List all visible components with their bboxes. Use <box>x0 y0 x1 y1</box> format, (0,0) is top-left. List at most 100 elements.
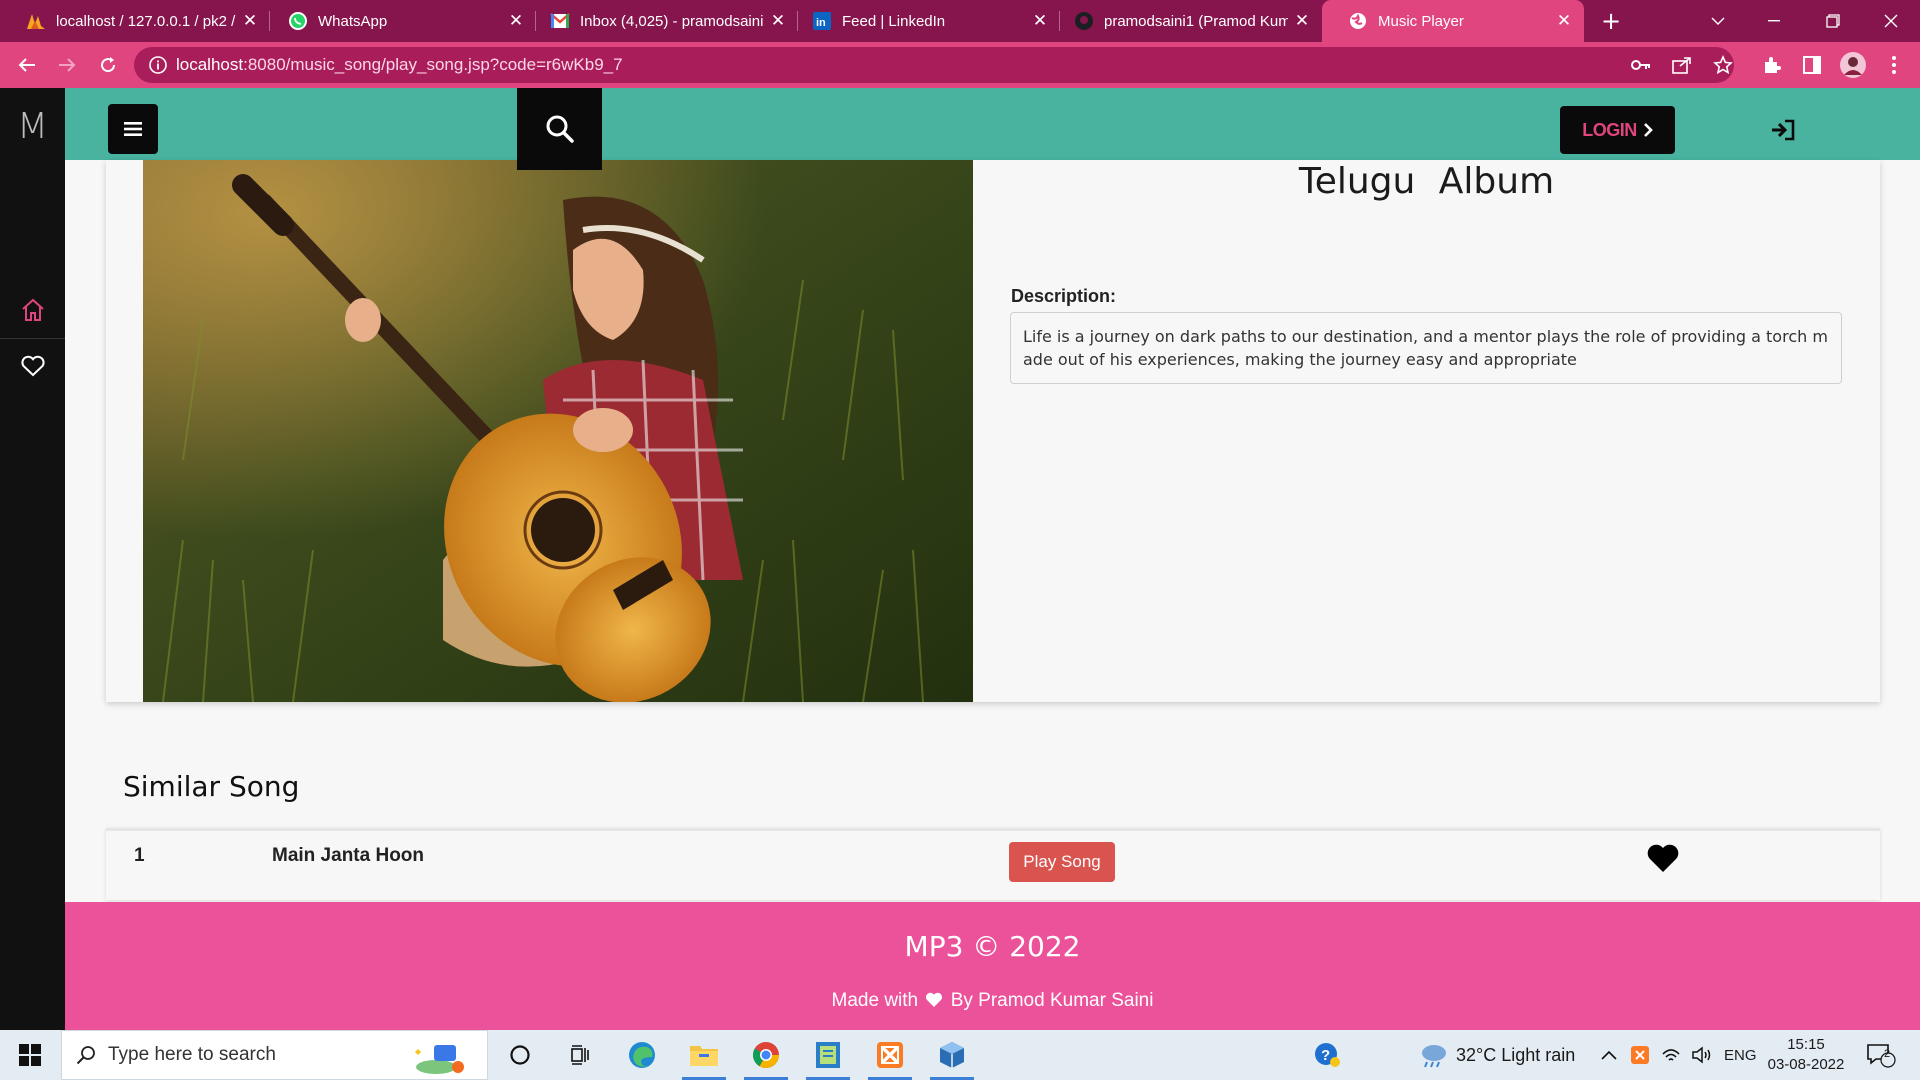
app-header: LOGIN <box>65 88 1920 170</box>
minimize-icon <box>1768 20 1780 22</box>
clock[interactable]: 15:15 03-08-2022 <box>1766 1030 1846 1080</box>
tab-linkedin[interactable]: in Feed | LinkedIn ✕ <box>786 0 1060 42</box>
taskbar-chrome[interactable] <box>738 1034 794 1080</box>
kebab-menu-icon[interactable] <box>1883 54 1905 76</box>
page-footer: MP3 © 2022 Made with By Pramod Kumar Sai… <box>65 902 1920 1030</box>
tab-title: Music Player <box>1378 12 1464 30</box>
taskbar-notepad-plus[interactable] <box>800 1034 856 1080</box>
description-text: Life is a journey on dark paths to our d… <box>1010 312 1842 384</box>
globe-icon <box>1348 11 1368 31</box>
github-icon <box>1074 11 1094 31</box>
search-button[interactable] <box>517 88 602 170</box>
footer-credit: Made with By Pramod Kumar Saini <box>65 990 1920 1012</box>
svg-text:?: ? <box>1321 1047 1330 1064</box>
address-bar[interactable]: localhost:8080/music_song/play_song.jsp?… <box>134 47 1734 83</box>
sign-in-icon[interactable] <box>1770 118 1796 142</box>
search-icon <box>76 1046 95 1065</box>
login-button[interactable]: LOGIN <box>1560 106 1675 154</box>
app-logo[interactable]: M <box>0 106 65 147</box>
wifi-icon[interactable] <box>1661 1030 1681 1080</box>
notification-count: 2 <box>1884 1048 1891 1060</box>
restore-icon <box>1826 14 1840 28</box>
share-icon[interactable] <box>1671 54 1693 76</box>
close-icon <box>1884 14 1898 28</box>
show-hidden-icons-button[interactable] <box>1601 1030 1617 1080</box>
extensions-icon[interactable] <box>1761 54 1783 76</box>
reload-icon <box>101 57 116 73</box>
notification-icon <box>1867 1044 1896 1068</box>
tab-title: Inbox (4,025) - pramodsaini <box>580 12 764 30</box>
xampp-tray-icon[interactable] <box>1631 1030 1649 1080</box>
weather-text: 32°C Light rain <box>1456 1044 1576 1065</box>
album-cover-image <box>143 160 973 702</box>
cortana-circle-icon <box>510 1045 530 1065</box>
menu-button[interactable] <box>108 104 158 154</box>
tab-search-button[interactable] <box>1695 0 1741 42</box>
tab-gmail[interactable]: Inbox (4,025) - pramodsaini ✕ <box>524 0 798 42</box>
cortana-button[interactable] <box>492 1034 548 1076</box>
new-tab-button[interactable]: + <box>1596 6 1626 36</box>
virtual-box-icon <box>940 1042 964 1068</box>
notifications-button[interactable]: 2 <box>1866 1030 1896 1080</box>
song-row: 1 Main Janta Hoon Play Song <box>106 828 1880 900</box>
bookmark-star-icon[interactable] <box>1712 54 1734 76</box>
forward-button[interactable] <box>52 50 82 80</box>
close-window-button[interactable] <box>1868 0 1914 42</box>
volume-icon[interactable] <box>1691 1030 1713 1080</box>
taskbar-file-explorer[interactable] <box>676 1034 732 1080</box>
weather-widget[interactable]: 32°C Light rain <box>1418 1030 1575 1080</box>
rain-cloud-icon <box>1422 1045 1446 1068</box>
footer-credit-author: By Pramod Kumar Saini <box>950 990 1154 1011</box>
sidebar-item-home[interactable] <box>0 283 65 337</box>
chevron-up-icon <box>1601 1050 1617 1060</box>
linkedin-icon: in <box>812 11 832 31</box>
song-name: Main Janta Hoon <box>272 845 425 866</box>
site-info-icon[interactable] <box>148 55 168 75</box>
windows-logo-icon <box>19 1044 41 1066</box>
close-icon[interactable]: ✕ <box>1550 11 1578 31</box>
album-title: Telugu Album <box>1298 161 1555 202</box>
footer-credit-prefix: Made with <box>831 990 919 1011</box>
hamburger-icon <box>124 122 142 136</box>
taskbar-virtualbox[interactable] <box>924 1034 980 1080</box>
task-view-button[interactable] <box>552 1034 608 1076</box>
close-icon[interactable]: ✕ <box>1288 11 1316 31</box>
clock-date: 03-08-2022 <box>1767 1056 1845 1073</box>
tab-music-player[interactable]: Music Player ✕ <box>1322 0 1584 42</box>
restore-button[interactable] <box>1810 0 1856 42</box>
tab-title: Feed | LinkedIn <box>842 12 946 30</box>
key-icon[interactable] <box>1630 54 1652 76</box>
back-button[interactable] <box>12 50 42 80</box>
taskbar-search-box[interactable]: Type here to search <box>61 1030 488 1080</box>
home-icon <box>21 298 44 321</box>
language-indicator[interactable]: ENG <box>1724 1030 1757 1080</box>
start-button[interactable] <box>0 1030 60 1080</box>
taskbar-xampp[interactable] <box>862 1034 918 1080</box>
edge-browser-icon <box>629 1042 655 1068</box>
task-view-icon <box>571 1045 589 1065</box>
tab-whatsapp[interactable]: WhatsApp ✕ <box>262 0 536 42</box>
favorite-heart-icon[interactable] <box>1646 843 1680 873</box>
whatsapp-icon <box>288 11 308 31</box>
side-panel-icon[interactable] <box>1801 54 1823 76</box>
taskbar-edge[interactable] <box>614 1034 670 1076</box>
xampp-icon <box>877 1042 903 1068</box>
heart-outline-icon <box>20 355 45 376</box>
svg-text:in: in <box>816 17 826 29</box>
sidebar-item-favorites[interactable] <box>0 338 65 392</box>
reload-button[interactable] <box>93 50 123 80</box>
close-icon[interactable]: ✕ <box>236 11 264 31</box>
tab-phpmyadmin[interactable]: localhost / 127.0.0.1 / pk2 / ✕ <box>0 0 270 42</box>
chevron-right-icon <box>1643 123 1653 137</box>
login-label: LOGIN <box>1582 119 1637 140</box>
profile-avatar[interactable] <box>1839 51 1867 79</box>
play-song-button[interactable]: Play Song <box>1009 842 1115 882</box>
minimize-button[interactable] <box>1751 0 1797 42</box>
tab-github[interactable]: pramodsaini1 (Pramod Kum ✕ <box>1048 0 1322 42</box>
help-tray-icon[interactable]: ? <box>1313 1030 1341 1080</box>
editor-app-icon <box>816 1042 840 1068</box>
tab-title: localhost / 127.0.0.1 / pk2 / <box>56 12 236 30</box>
windows-taskbar: Type here to search ? 32°C Light rain EN… <box>0 1030 1920 1080</box>
tab-title: WhatsApp <box>318 12 388 30</box>
news-widget-icon <box>415 1045 464 1074</box>
